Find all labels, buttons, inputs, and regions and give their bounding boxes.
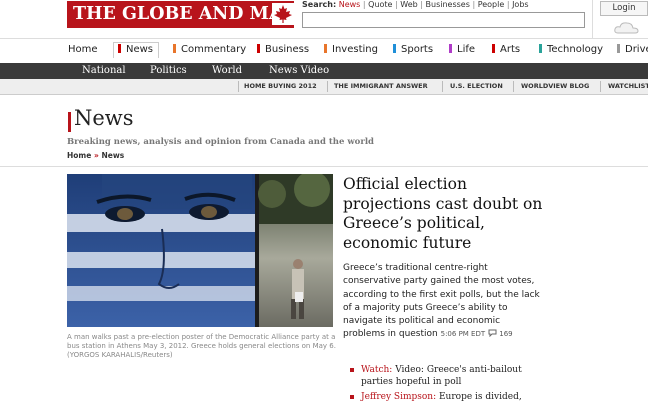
arts-color-mark	[492, 44, 495, 53]
breadcrumb-news: News	[101, 151, 125, 160]
topic-divider	[327, 81, 328, 92]
subnav-national[interactable]: National	[82, 65, 126, 76]
search-input[interactable]	[302, 12, 585, 28]
summary-text: Greece’s traditional centre-right conser…	[343, 263, 540, 340]
sports-color-mark	[393, 44, 396, 53]
search-scope-businesses[interactable]: Businesses	[426, 0, 470, 9]
search-scope-people[interactable]: People	[478, 0, 505, 9]
login-button[interactable]: Login	[600, 1, 648, 16]
nav-item-news[interactable]: News	[113, 42, 160, 58]
nav-item-home[interactable]: Home	[68, 44, 98, 55]
topic-divider	[238, 81, 239, 92]
nav-item-label: Commentary	[181, 44, 247, 55]
related-link-prefix: Watch:	[361, 365, 393, 375]
related-link-text: Europe is divided,	[438, 392, 522, 402]
nav-item-label: Arts	[500, 44, 521, 55]
search-label: Search:	[302, 0, 337, 9]
story-photo[interactable]	[67, 174, 333, 327]
news-sub-nav: National Politics World News Video	[0, 63, 648, 79]
subnav-politics[interactable]: Politics	[150, 65, 187, 76]
search-scope-news[interactable]: News	[339, 0, 361, 9]
subnav-news-video[interactable]: News Video	[269, 65, 329, 76]
breadcrumb-home[interactable]: Home	[67, 151, 91, 160]
related-link[interactable]: Watch: Video: Greece's anti-bailout part…	[350, 364, 550, 388]
nav-item-label: Technology	[547, 44, 604, 55]
nav-item-label: Business	[265, 44, 310, 55]
nav-item-label: Drive	[625, 44, 648, 55]
news-color-mark	[118, 44, 121, 53]
nav-item-investing[interactable]: Investing	[324, 44, 378, 55]
section-tagline: Breaking news, analysis and opinion from…	[67, 137, 374, 147]
topic-us-election[interactable]: U.S. ELECTION	[450, 82, 503, 90]
business-color-mark	[257, 44, 260, 53]
nav-item-label: Home	[68, 44, 98, 55]
drive-color-mark	[617, 44, 620, 53]
topic-worldview-blog[interactable]: WORLDVIEW BLOG	[521, 82, 589, 90]
related-links: Watch: Video: Greece's anti-bailout part…	[350, 364, 550, 404]
related-link-prefix: Jeffrey Simpson:	[361, 392, 437, 402]
section-accent-bar	[68, 112, 71, 132]
nav-item-label: Life	[457, 44, 476, 55]
weather-cloud-icon[interactable]	[612, 18, 642, 36]
masthead: THE GLOBE AND MAIL Search: News | Quote …	[0, 0, 648, 38]
election-poster-image	[67, 174, 333, 327]
nav-item-drive[interactable]: Drive	[617, 44, 648, 55]
search-scope-web[interactable]: Web	[400, 0, 417, 9]
investing-color-mark	[324, 44, 327, 53]
nav-item-life[interactable]: Life	[449, 44, 475, 55]
topic-divider	[600, 81, 601, 92]
nav-item-label: Investing	[332, 44, 378, 55]
subnav-world[interactable]: World	[212, 65, 242, 76]
story-headline[interactable]: Official election projections cast doubt…	[343, 175, 543, 253]
breadcrumb: Home » News	[67, 151, 124, 160]
search-scope-quote[interactable]: Quote	[368, 0, 392, 9]
nav-item-sports[interactable]: Sports	[393, 44, 433, 55]
site-logo[interactable]: THE GLOBE AND MAIL	[67, 1, 294, 28]
logo-text: THE GLOBE AND MAIL	[73, 4, 294, 24]
life-color-mark	[449, 44, 452, 53]
story-timestamp: 5:06 PM EDT	[440, 330, 486, 339]
page-title: News	[74, 106, 134, 130]
topic-home-buying[interactable]: HOME BUYING 2012	[244, 82, 317, 90]
hot-topics-bar: HOME BUYING 2012 THE IMMIGRANT ANSWER U.…	[0, 79, 648, 95]
photo-caption: A man walks past a pre-election poster o…	[67, 333, 336, 359]
topic-divider	[513, 81, 514, 92]
nav-item-label: News	[126, 44, 154, 55]
nav-item-technology[interactable]: Technology	[539, 44, 603, 55]
comment-icon[interactable]	[488, 329, 499, 338]
commentary-color-mark	[173, 44, 176, 53]
nav-item-commentary[interactable]: Commentary	[173, 44, 246, 55]
header-divider	[0, 166, 648, 167]
nav-item-label: Sports	[401, 44, 434, 55]
primary-nav: Home News Commentary Business Investing …	[0, 38, 648, 63]
topic-divider	[442, 81, 443, 92]
search-scope-jobs[interactable]: Jobs	[512, 0, 529, 9]
comment-count[interactable]: 169	[499, 330, 512, 338]
nav-item-business[interactable]: Business	[257, 44, 309, 55]
technology-color-mark	[539, 44, 542, 53]
nav-item-arts[interactable]: Arts	[492, 44, 520, 55]
breadcrumb-arrow-icon: »	[93, 151, 99, 160]
topic-watchlist[interactable]: WATCHLIST	[608, 82, 648, 90]
search-scopes: Search: News | Quote | Web | Businesses …	[302, 0, 529, 9]
related-link[interactable]: Jeffrey Simpson: Europe is divided,	[350, 391, 550, 403]
topic-immigrant-answer[interactable]: THE IMMIGRANT ANSWER	[334, 82, 428, 90]
maple-leaf-icon	[272, 3, 294, 25]
story-summary: Greece’s traditional centre-right conser…	[343, 262, 543, 342]
